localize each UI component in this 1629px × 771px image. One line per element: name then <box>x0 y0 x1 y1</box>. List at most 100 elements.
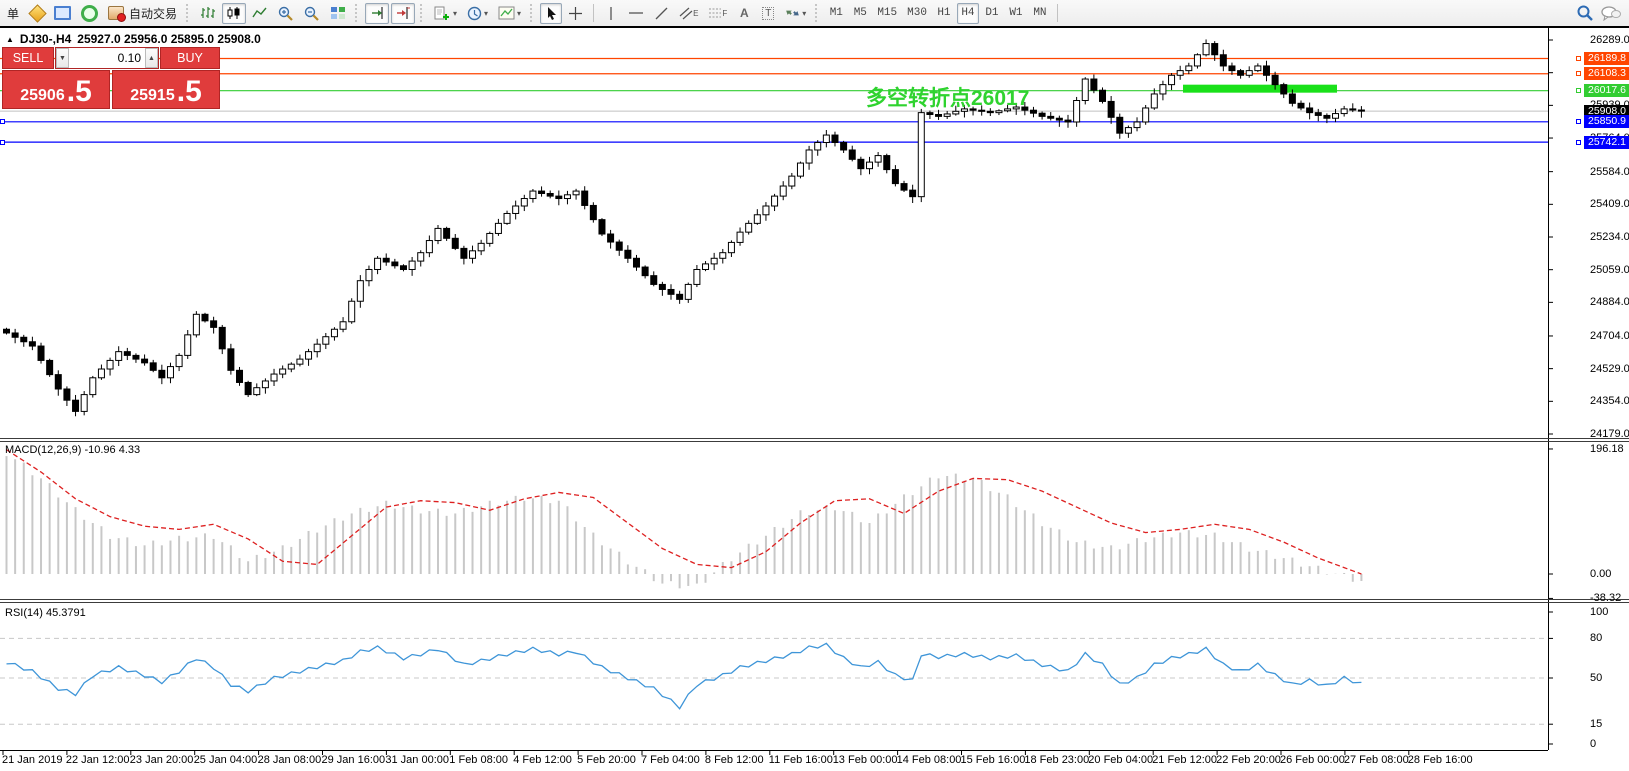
one-click-trading-panel: SELL ▼ ▲ BUY 25906 .5 25915 .5 <box>2 47 220 109</box>
candle-body <box>727 241 735 254</box>
candle-body <box>736 231 744 243</box>
volume-decrease-button[interactable]: ▼ <box>56 48 69 68</box>
candle-body <box>831 134 839 144</box>
buy-price-button[interactable]: 25915 .5 <box>112 70 220 109</box>
candle-body <box>339 321 347 330</box>
candle-body <box>1262 65 1270 76</box>
candle-body <box>572 190 580 196</box>
candle-body <box>63 388 71 401</box>
candle-body <box>762 205 770 216</box>
candle-body <box>1047 115 1055 119</box>
candle-body <box>753 214 761 224</box>
candle-body <box>443 227 451 239</box>
candle-body <box>641 266 649 277</box>
candle-body <box>1116 116 1124 134</box>
candle-body <box>46 359 54 376</box>
candle-body <box>926 112 934 116</box>
candle-body <box>80 394 88 412</box>
candle-body <box>399 265 407 270</box>
candle-body <box>857 158 865 170</box>
candle-body <box>1029 109 1037 114</box>
chart-annotation-text[interactable]: 多空转折点26017 <box>866 82 1029 112</box>
candle-body <box>158 369 166 379</box>
candle-body <box>218 326 226 350</box>
sell-price-button[interactable]: 25906 .5 <box>2 70 110 109</box>
candle-body <box>1176 70 1184 76</box>
candle-body <box>20 336 28 343</box>
candle-body <box>667 288 675 295</box>
candle-body <box>253 387 261 396</box>
candle-body <box>348 300 356 323</box>
candle-body <box>1202 43 1210 56</box>
candle-body <box>322 336 330 345</box>
candle-body <box>1150 93 1158 109</box>
candle-body <box>1288 93 1296 104</box>
candle-body <box>1055 117 1063 121</box>
volume-increase-button[interactable]: ▲ <box>145 48 158 68</box>
candle-body <box>425 240 433 254</box>
candle-body <box>382 257 390 263</box>
candle-body <box>1237 70 1245 76</box>
candle-body <box>469 250 477 259</box>
candle-body <box>563 194 571 200</box>
candle-body <box>702 263 710 270</box>
buy-button[interactable]: BUY <box>160 47 220 69</box>
volume-stepper: ▼ ▲ <box>55 47 159 69</box>
candle-body <box>417 252 425 262</box>
candle-body <box>1349 108 1357 111</box>
candle-body <box>356 280 364 302</box>
candle-body <box>1185 65 1193 72</box>
candle-body <box>822 134 830 144</box>
collapse-panel-icon[interactable]: ▲ <box>6 35 14 44</box>
candle-body <box>330 328 338 338</box>
candle-body <box>1314 112 1322 116</box>
candle-body <box>538 190 546 194</box>
candle-body <box>1228 65 1236 72</box>
candle-body <box>89 377 97 396</box>
ohlc-values: 25927.0 25956.0 25895.0 25908.0 <box>77 32 261 46</box>
candle-body <box>1211 43 1219 56</box>
candle-body <box>684 283 692 300</box>
macd-signal-line <box>6 449 1362 575</box>
candle-body <box>28 341 36 347</box>
volume-input[interactable] <box>69 48 145 68</box>
sell-button[interactable]: SELL <box>2 47 54 69</box>
candle-body <box>771 195 779 207</box>
chart-canvas[interactable] <box>0 0 1629 771</box>
candle-body <box>97 368 105 379</box>
candle-body <box>796 162 804 177</box>
candle-body <box>650 275 658 285</box>
candle-body <box>408 260 416 270</box>
candle-body <box>598 219 606 235</box>
candle-body <box>719 252 727 259</box>
candle-body <box>503 212 511 224</box>
candle-body <box>1073 100 1081 123</box>
candle-body <box>1357 109 1365 112</box>
candle-body <box>210 320 218 328</box>
candle-body <box>11 332 19 338</box>
candle-body <box>943 113 951 117</box>
candle-body <box>883 155 891 171</box>
candle-body <box>227 348 235 371</box>
candle-body <box>1099 89 1107 102</box>
candle-body <box>745 222 753 233</box>
candle-body <box>1297 102 1305 109</box>
candle-body <box>149 362 157 371</box>
candle-body <box>848 149 856 160</box>
candle-body <box>184 334 192 356</box>
chart-title: ▲ DJ30-,H4 25927.0 25956.0 25895.0 25908… <box>6 32 261 46</box>
candle-body <box>192 313 200 336</box>
candle-body <box>693 268 701 285</box>
candle-body <box>1159 84 1167 95</box>
candle-body <box>115 351 123 361</box>
candle-body <box>201 313 209 322</box>
candle-body <box>909 189 917 198</box>
candle-body <box>607 233 615 243</box>
candle-body <box>391 261 399 267</box>
rsi-line <box>6 642 1362 710</box>
candle-body <box>261 380 269 389</box>
rsi-label: RSI(14) 45.3791 <box>5 607 86 619</box>
buy-price-frac: .5 <box>176 75 202 108</box>
green-rectangle-object[interactable] <box>1183 84 1337 93</box>
candle-body <box>37 345 45 361</box>
